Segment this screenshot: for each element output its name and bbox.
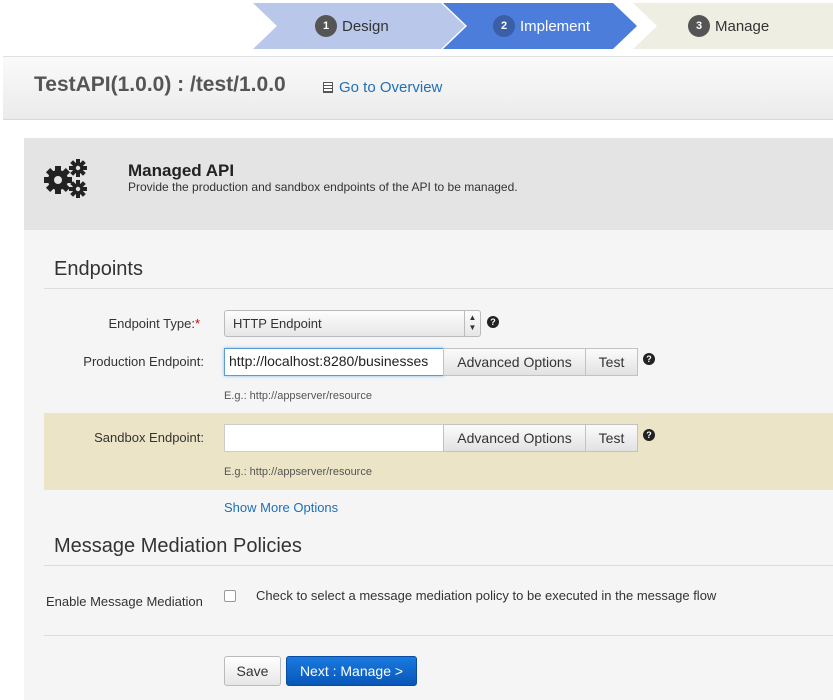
sandbox-test-button[interactable]: Test bbox=[585, 424, 638, 452]
mediation-checkbox-description: Check to select a message mediation poli… bbox=[256, 588, 717, 603]
help-icon[interactable]: ? bbox=[643, 429, 655, 441]
production-endpoint-hint: E.g.: http://appserver/resource bbox=[224, 390, 372, 402]
endpoints-heading: Endpoints bbox=[54, 258, 143, 280]
step-label: Implement bbox=[520, 17, 591, 35]
endpoint-type-label-text: Endpoint Type: bbox=[108, 316, 195, 331]
enable-mediation-checkbox[interactable] bbox=[224, 590, 236, 602]
mediation-heading: Message Mediation Policies bbox=[54, 535, 302, 557]
sandbox-endpoint-input[interactable] bbox=[224, 424, 444, 452]
endpoint-type-value: HTTP Endpoint bbox=[233, 316, 322, 331]
managed-api-title: Managed API bbox=[128, 161, 235, 180]
divider bbox=[44, 565, 833, 566]
production-test-button[interactable]: Test bbox=[585, 348, 638, 376]
gears-icon bbox=[44, 159, 87, 198]
step-number: 2 bbox=[493, 15, 515, 37]
endpoint-type-label: Endpoint Type:* bbox=[44, 316, 200, 331]
sandbox-endpoint-hint: E.g.: http://appserver/resource bbox=[224, 466, 372, 478]
production-endpoint-label: Production Endpoint: bbox=[83, 354, 204, 369]
show-more-options-link[interactable]: Show More Options bbox=[224, 500, 338, 515]
wizard-steps: 1 Design 2 Implement 3 Manage bbox=[253, 3, 833, 49]
production-endpoint-input[interactable]: http://localhost:8280/businesses bbox=[224, 348, 444, 376]
go-to-overview-link[interactable]: Go to Overview bbox=[323, 79, 442, 96]
overview-link-label: Go to Overview bbox=[339, 79, 443, 96]
divider bbox=[44, 288, 833, 289]
step-label: Design bbox=[342, 17, 389, 35]
save-button[interactable]: Save bbox=[224, 656, 281, 686]
step-label: Manage bbox=[715, 17, 770, 35]
managed-api-description: Provide the production and sandbox endpo… bbox=[128, 180, 518, 194]
sandbox-advanced-options-button[interactable]: Advanced Options bbox=[443, 424, 586, 452]
step-manage[interactable]: 3 Manage bbox=[633, 3, 833, 49]
enable-mediation-label: Enable Message Mediation bbox=[46, 594, 203, 609]
api-title-bar: TestAPI(1.0.0) : /test/1.0.0 Go to Overv… bbox=[3, 56, 833, 120]
step-implement[interactable]: 2 Implement bbox=[443, 3, 637, 49]
document-icon bbox=[323, 82, 333, 93]
step-number: 1 bbox=[315, 15, 337, 37]
sandbox-endpoint-label: Sandbox Endpoint: bbox=[94, 430, 204, 445]
production-advanced-options-button[interactable]: Advanced Options bbox=[443, 348, 586, 376]
page-title: TestAPI(1.0.0) : /test/1.0.0 bbox=[34, 73, 286, 96]
managed-api-header: Managed API Provide the production and s… bbox=[24, 138, 833, 230]
help-icon[interactable]: ? bbox=[643, 353, 655, 365]
endpoint-type-select[interactable]: HTTP Endpoint ▲ ▼ bbox=[224, 310, 481, 337]
step-design[interactable]: 1 Design bbox=[253, 3, 465, 49]
required-marker: * bbox=[194, 316, 200, 331]
help-icon[interactable]: ? bbox=[487, 316, 499, 328]
divider bbox=[44, 635, 833, 636]
step-number: 3 bbox=[688, 15, 710, 37]
select-arrows-icon: ▲ ▼ bbox=[464, 311, 480, 336]
next-manage-button[interactable]: Next : Manage > bbox=[286, 656, 417, 686]
